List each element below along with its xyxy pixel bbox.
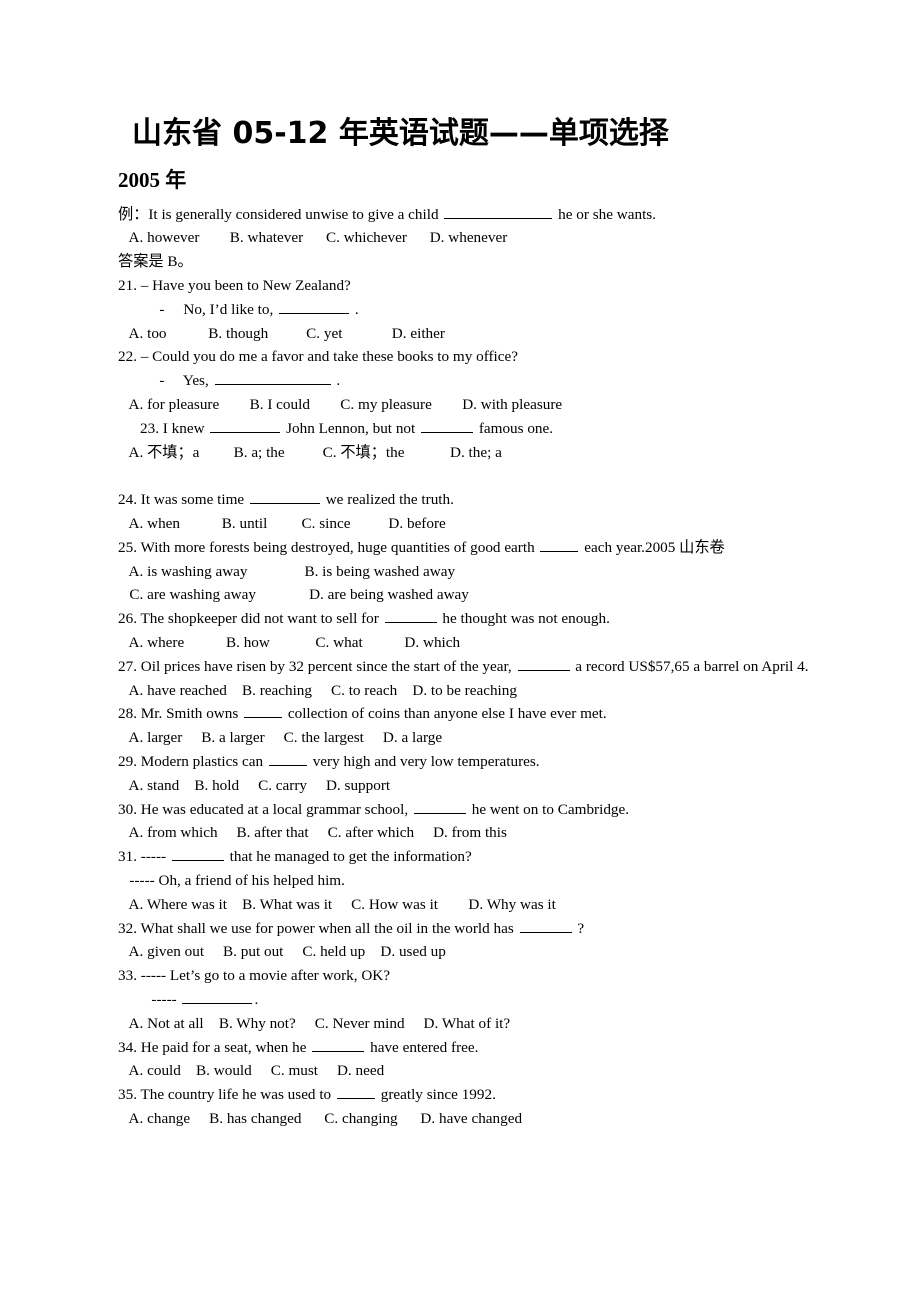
question-22-reply-suffix: . (332, 372, 341, 390)
question-29-stem: 29. Modern plastics can very high and ve… (118, 750, 810, 774)
example-stem-prefix: 例：It is generally considered unwise to g… (118, 205, 443, 223)
question-28-stem-b: collection of coins than anyone else I h… (284, 705, 607, 723)
question-26-stem-b: he thought was not enough. (438, 610, 610, 628)
example-stem: 例：It is generally considered unwise to g… (118, 203, 810, 227)
question-35-stem-a: 35. The country life he was used to (118, 1086, 335, 1104)
question-31-stem-b: that he managed to get the information? (225, 848, 472, 866)
question-30-stem-a: 30. He was educated at a local grammar s… (118, 800, 412, 818)
answer-blank (519, 918, 572, 933)
question-27-stem-b: a record US$57,65 a barrel on April 4. (571, 657, 809, 675)
answer-blank (444, 204, 553, 219)
question-23-stem-b: John Lennon, but not (282, 419, 420, 437)
question-25-options-row-2: C. are washing away D. are being washed … (118, 586, 469, 604)
question-30-stem: 30. He was educated at a local grammar s… (118, 798, 810, 822)
question-26-stem-a: 26. The shopkeeper did not want to sell … (118, 610, 383, 628)
question-25-stem-b: each year.2005 山东卷 (580, 538, 725, 556)
document-page: 山东省 05-12 年英语试题——单项选择 2005 年 例：It is gen… (0, 0, 920, 1302)
question-21-options: A. too B. though C. yet D. either (118, 324, 445, 342)
question-28-stem: 28. Mr. Smith owns collection of coins t… (118, 702, 810, 726)
question-31-stem-a: 31. ----- (118, 848, 170, 866)
question-33-reply: ----- . (118, 988, 810, 1012)
question-28-stem-a: 28. Mr. Smith owns (118, 705, 243, 723)
answer-blank (249, 489, 320, 505)
question-34-stem-a: 34. He paid for a seat, when he (118, 1038, 311, 1056)
answer-blank (540, 537, 579, 552)
answer-blank (413, 799, 466, 814)
question-35-stem-b: greatly since 1992. (376, 1086, 496, 1104)
question-24-stem-a: 24. It was some time (118, 491, 248, 509)
question-22-options: A. for pleasure B. I could C. my pleasur… (118, 396, 563, 414)
question-24-stem-b: we realized the truth. (321, 491, 454, 509)
answer-blank (210, 418, 281, 433)
question-31-reply: ----- Oh, a friend of his helped him. (118, 872, 345, 889)
question-35-stem: 35. The country life he was used to grea… (118, 1083, 810, 1107)
question-24-stem: 24. It was some time we realized the tru… (118, 488, 810, 512)
question-33-options: A. Not at all B. Why not? C. Never mind … (118, 1014, 511, 1032)
answer-blank (279, 299, 350, 314)
question-21-stem: 21. – Have you been to New Zealand? (118, 277, 351, 295)
question-22-reply-prefix: - Yes, (148, 372, 213, 390)
answer-blank (384, 608, 437, 624)
question-27-stem: 27. Oil prices have risen by 32 percent … (118, 655, 810, 679)
answer-blank (268, 751, 307, 767)
answer-blank (182, 989, 253, 1004)
question-22-stem: 22. – Could you do me a favor and take t… (118, 348, 518, 366)
question-21-reply-suffix: . (351, 300, 359, 318)
question-24-options: A. when B. until C. since D. before (118, 515, 446, 533)
question-31-options: A. Where was it B. What was it C. How wa… (118, 895, 556, 913)
question-21-reply: - No, I’d like to, . (118, 298, 810, 322)
question-34-stem-b: have entered free. (366, 1038, 479, 1056)
question-29-options: A. stand B. hold C. carry D. support (118, 776, 391, 794)
question-23-options: A. 不填；a B. a; the C. 不填；the D. the; a (118, 443, 502, 461)
question-27-options: A. have reached B. reaching C. to reach … (118, 681, 517, 699)
questions-body: 例：It is generally considered unwise to g… (118, 203, 810, 1131)
example-options: A. however B. whatever C. whichever D. w… (118, 229, 508, 247)
question-25-stem: 25. With more forests being destroyed, h… (118, 536, 810, 560)
question-21-reply-prefix: - No, I’d like to, (148, 300, 278, 318)
question-30-stem-b: he went on to Cambridge. (467, 800, 630, 818)
question-22-reply: - Yes, . (118, 369, 810, 393)
question-33-reply-suffix: . (254, 990, 259, 1008)
answer-blank (312, 1037, 365, 1052)
question-29-stem-b: very high and very low temperatures. (308, 753, 540, 771)
question-29-stem-a: 29. Modern plastics can (118, 753, 267, 771)
question-34-options: A. could B. would C. must D. need (118, 1062, 385, 1080)
question-25-options-row-1: A. is washing away B. is being washed aw… (118, 562, 456, 580)
example-stem-suffix: he or she wants. (554, 205, 656, 223)
question-32-stem-a: 32. What shall we use for power when all… (118, 919, 518, 937)
question-28-options: A. larger B. a larger C. the largest D. … (118, 729, 443, 747)
question-32-options: A. given out B. put out C. held up D. us… (118, 943, 446, 961)
question-30-options: A. from which B. after that C. after whi… (118, 824, 507, 842)
question-34-stem: 34. He paid for a seat, when he have ent… (118, 1036, 810, 1060)
answer-blank (214, 370, 331, 386)
question-27-stem-a: 27. Oil prices have risen by 32 percent … (118, 657, 516, 675)
answer-blank (517, 656, 570, 671)
question-23-stem: 23. I knew John Lennon, but not famous o… (118, 417, 810, 441)
page-title: 山东省 05-12 年英语试题——单项选择 (132, 116, 669, 151)
question-33-stem: 33. ----- Let’s go to a movie after work… (118, 967, 391, 985)
answer-blank (336, 1084, 375, 1100)
question-26-options: A. where B. how C. what D. which (118, 634, 461, 652)
question-26-stem: 26. The shopkeeper did not want to sell … (118, 607, 810, 631)
year-heading: 2005 年 (118, 168, 187, 193)
question-23-stem-a: 23. I knew (140, 419, 209, 437)
question-35-options: A. change B. has changed C. changing D. … (118, 1109, 523, 1127)
question-25-stem-a: 25. With more forests being destroyed, h… (118, 538, 539, 556)
question-32-stem-b: ? (573, 919, 585, 937)
question-32-stem: 32. What shall we use for power when all… (118, 917, 810, 941)
example-answer: 答案是 B。 (118, 253, 193, 271)
answer-blank (244, 703, 283, 719)
question-31-stem: 31. ----- that he managed to get the inf… (118, 845, 810, 869)
question-33-reply-prefix: ----- (140, 990, 181, 1008)
answer-blank (171, 846, 224, 862)
answer-blank (421, 418, 474, 433)
question-23-stem-c: famous one. (475, 419, 554, 437)
